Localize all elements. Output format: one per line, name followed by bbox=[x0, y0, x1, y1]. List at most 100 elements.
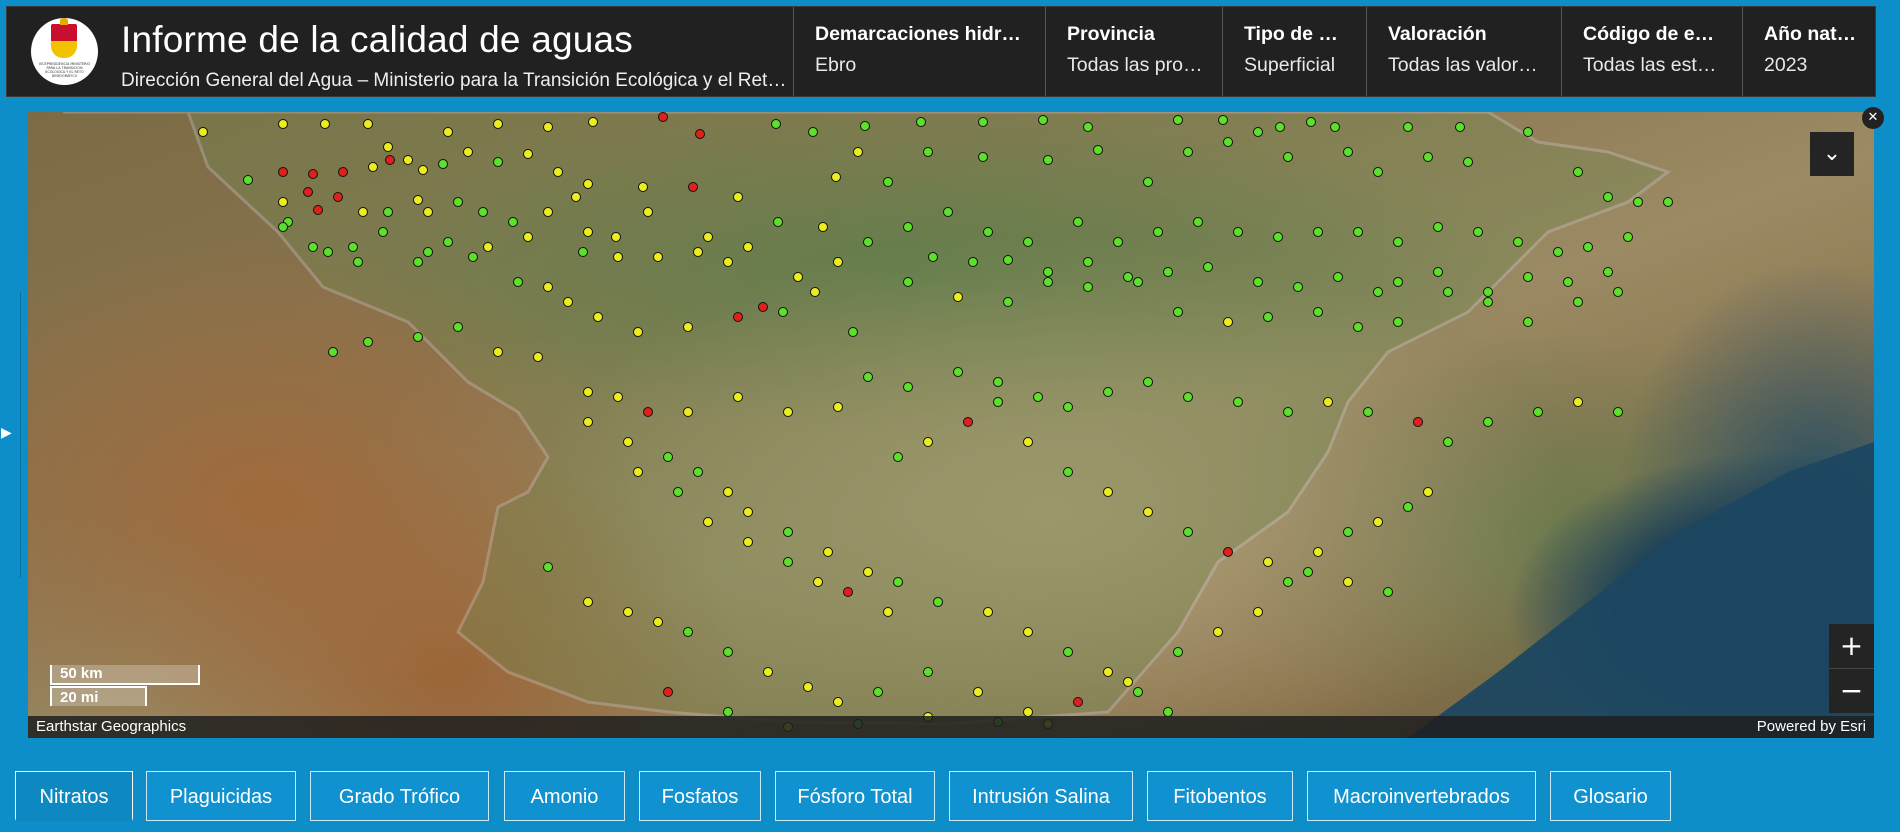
tab-amonio[interactable]: Amonio bbox=[504, 771, 625, 821]
tab-intrusion-salina[interactable]: Intrusión Salina bbox=[949, 771, 1133, 821]
station-marker[interactable] bbox=[478, 207, 488, 217]
station-marker[interactable] bbox=[1253, 127, 1263, 137]
station-marker[interactable] bbox=[683, 627, 693, 637]
station-marker[interactable] bbox=[368, 162, 378, 172]
station-marker[interactable] bbox=[1183, 527, 1193, 537]
station-marker[interactable] bbox=[278, 197, 288, 207]
station-marker[interactable] bbox=[508, 217, 518, 227]
filter-tipo[interactable]: Tipo de agua Superficial bbox=[1222, 7, 1366, 96]
station-marker[interactable] bbox=[923, 667, 933, 677]
station-marker[interactable] bbox=[863, 372, 873, 382]
station-marker[interactable] bbox=[1233, 227, 1243, 237]
station-marker[interactable] bbox=[1253, 607, 1263, 617]
station-marker[interactable] bbox=[1133, 277, 1143, 287]
station-marker[interactable] bbox=[468, 252, 478, 262]
station-marker[interactable] bbox=[638, 182, 648, 192]
station-marker[interactable] bbox=[278, 119, 288, 129]
station-marker[interactable] bbox=[493, 157, 503, 167]
tab-fosfatos[interactable]: Fosfatos bbox=[639, 771, 761, 821]
station-marker[interactable] bbox=[583, 179, 593, 189]
station-marker[interactable] bbox=[1483, 417, 1493, 427]
station-marker[interactable] bbox=[1353, 322, 1363, 332]
station-marker[interactable] bbox=[1373, 287, 1383, 297]
station-marker[interactable] bbox=[743, 242, 753, 252]
station-marker[interactable] bbox=[1423, 152, 1433, 162]
station-marker[interactable] bbox=[1173, 115, 1183, 125]
station-marker[interactable] bbox=[303, 187, 313, 197]
station-marker[interactable] bbox=[848, 327, 858, 337]
station-marker[interactable] bbox=[1573, 297, 1583, 307]
station-marker[interactable] bbox=[583, 597, 593, 607]
station-marker[interactable] bbox=[928, 252, 938, 262]
filter-valoracion[interactable]: Valoración Todas las valoraciones bbox=[1366, 7, 1561, 96]
station-marker[interactable] bbox=[1263, 312, 1273, 322]
station-marker[interactable] bbox=[493, 119, 503, 129]
station-marker[interactable] bbox=[1143, 507, 1153, 517]
station-marker[interactable] bbox=[543, 207, 553, 217]
station-marker[interactable] bbox=[1373, 167, 1383, 177]
station-marker[interactable] bbox=[1073, 217, 1083, 227]
station-marker[interactable] bbox=[1043, 277, 1053, 287]
station-marker[interactable] bbox=[1343, 527, 1353, 537]
station-marker[interactable] bbox=[1553, 247, 1563, 257]
station-marker[interactable] bbox=[613, 252, 623, 262]
station-marker[interactable] bbox=[1443, 287, 1453, 297]
station-marker[interactable] bbox=[588, 117, 598, 127]
tab-macroinvertebrados[interactable]: Macroinvertebrados bbox=[1307, 771, 1536, 821]
station-marker[interactable] bbox=[983, 607, 993, 617]
station-marker[interactable] bbox=[413, 195, 423, 205]
station-marker[interactable] bbox=[833, 697, 843, 707]
station-marker[interactable] bbox=[983, 227, 993, 237]
zoom-out-button[interactable]: − bbox=[1829, 668, 1874, 713]
station-marker[interactable] bbox=[463, 147, 473, 157]
station-marker[interactable] bbox=[883, 607, 893, 617]
station-marker[interactable] bbox=[860, 121, 870, 131]
station-marker[interactable] bbox=[893, 452, 903, 462]
station-marker[interactable] bbox=[1183, 147, 1193, 157]
station-marker[interactable] bbox=[1223, 317, 1233, 327]
station-marker[interactable] bbox=[1433, 267, 1443, 277]
station-marker[interactable] bbox=[1483, 297, 1493, 307]
station-marker[interactable] bbox=[853, 147, 863, 157]
station-marker[interactable] bbox=[993, 377, 1003, 387]
station-marker[interactable] bbox=[873, 687, 883, 697]
tab-grado-trofico[interactable]: Grado Trófico bbox=[310, 771, 489, 821]
station-marker[interactable] bbox=[1633, 197, 1643, 207]
station-marker[interactable] bbox=[543, 282, 553, 292]
station-marker[interactable] bbox=[1153, 227, 1163, 237]
station-marker[interactable] bbox=[833, 257, 843, 267]
station-marker[interactable] bbox=[423, 207, 433, 217]
station-marker[interactable] bbox=[693, 247, 703, 257]
station-marker[interactable] bbox=[733, 192, 743, 202]
station-marker[interactable] bbox=[1623, 232, 1633, 242]
station-marker[interactable] bbox=[843, 587, 853, 597]
station-marker[interactable] bbox=[783, 527, 793, 537]
station-marker[interactable] bbox=[723, 257, 733, 267]
station-marker[interactable] bbox=[778, 307, 788, 317]
station-marker[interactable] bbox=[323, 247, 333, 257]
tab-fitobentos[interactable]: Fitobentos bbox=[1147, 771, 1293, 821]
filter-demarcaciones[interactable]: Demarcaciones hidrográficas Ebro bbox=[793, 7, 1045, 96]
station-marker[interactable] bbox=[1523, 272, 1533, 282]
station-marker[interactable] bbox=[1283, 577, 1293, 587]
station-marker[interactable] bbox=[1603, 192, 1613, 202]
station-marker[interactable] bbox=[643, 407, 653, 417]
station-marker[interactable] bbox=[1103, 487, 1113, 497]
station-marker[interactable] bbox=[1473, 227, 1483, 237]
station-marker[interactable] bbox=[1283, 152, 1293, 162]
station-marker[interactable] bbox=[1313, 547, 1323, 557]
station-marker[interactable] bbox=[771, 119, 781, 129]
station-marker[interactable] bbox=[1333, 272, 1343, 282]
station-marker[interactable] bbox=[723, 647, 733, 657]
station-marker[interactable] bbox=[683, 407, 693, 417]
station-marker[interactable] bbox=[1283, 407, 1293, 417]
station-marker[interactable] bbox=[513, 277, 523, 287]
station-marker[interactable] bbox=[953, 367, 963, 377]
station-marker[interactable] bbox=[308, 169, 318, 179]
station-marker[interactable] bbox=[1083, 282, 1093, 292]
station-marker[interactable] bbox=[1583, 242, 1593, 252]
station-marker[interactable] bbox=[1373, 517, 1383, 527]
station-marker[interactable] bbox=[328, 347, 338, 357]
station-marker[interactable] bbox=[693, 467, 703, 477]
station-marker[interactable] bbox=[1103, 667, 1113, 677]
